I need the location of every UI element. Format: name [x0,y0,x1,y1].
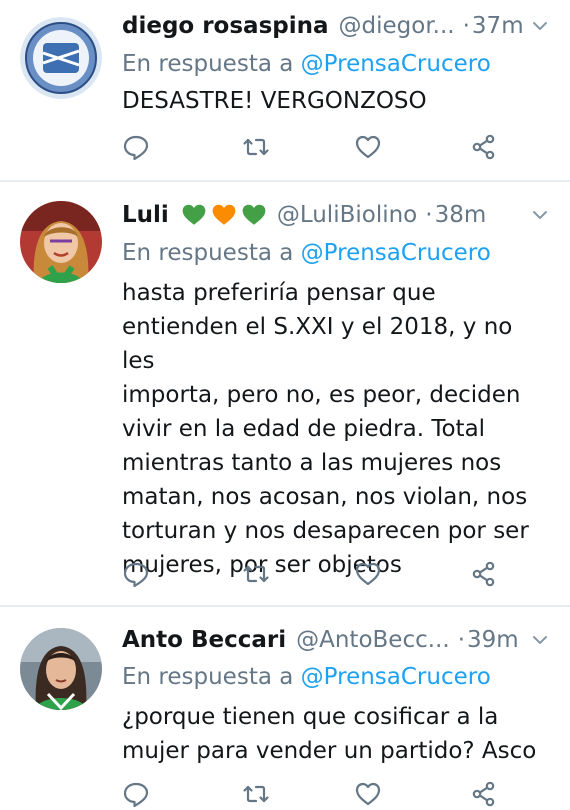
author-name[interactable]: Luli [122,202,169,228]
separator-dot: · [462,13,470,39]
text-line: matan, nos acosan, nos violan, nos [122,484,528,510]
avatar[interactable] [20,17,102,99]
tweet-1[interactable]: diego rosaspina @diegor... · 37m En resp… [0,0,570,180]
timestamp[interactable]: 37m [472,13,524,39]
timestamp[interactable]: 39m [467,627,519,653]
reply-icon[interactable] [122,560,150,588]
text-line: mientras tanto a las mujeres nos [122,450,502,476]
tweet-header: Anto Beccari @AntoBecc... · 39m [122,620,519,660]
reply-context: En respuesta a @PrensaCrucero [122,240,491,266]
text-line: entienden el S.XXI y el 2018, y no les [122,314,513,374]
reply-icon[interactable] [122,133,150,161]
tweet-header: diego rosaspina @diegor... · 37m [122,6,524,46]
timestamp[interactable]: 38m [435,202,487,228]
reply-mention-link[interactable]: @PrensaCrucero [301,51,491,77]
share-icon[interactable] [470,133,498,161]
action-bar [0,133,570,163]
avatar[interactable] [20,628,102,710]
avatar[interactable] [20,201,102,283]
tweet-3[interactable]: Anto Beccari @AntoBecc... · 39m En respu… [0,607,570,810]
retweet-icon[interactable] [242,560,270,588]
green-heart-icon [181,202,207,228]
reply-icon[interactable] [122,780,150,808]
like-icon[interactable] [354,780,382,808]
reply-prefix: En respuesta a [122,240,294,266]
author-handle[interactable]: @LuliBiolino [277,202,417,228]
chevron-down-icon[interactable] [530,630,550,650]
tweet-text: ¿porque tienen que cosificar a la mujer … [122,700,552,768]
separator-dot: · [425,202,433,228]
reply-mention-link[interactable]: @PrensaCrucero [301,664,491,690]
text-line: importa, pero no, es peor, deciden [122,382,521,408]
separator-dot: · [457,627,465,653]
author-name[interactable]: diego rosaspina [122,13,329,39]
action-bar [0,780,570,810]
text-line: vivir en la edad de piedra. Total [122,416,486,442]
reply-prefix: En respuesta a [122,664,294,690]
green-heart-icon [241,202,267,228]
reply-context: En respuesta a @PrensaCrucero [122,51,491,77]
tweet-text: DESASTRE! VERGONZOSO [122,88,427,114]
reply-context: En respuesta a @PrensaCrucero [122,664,491,690]
text-line: hasta preferiría pensar que [122,280,436,306]
author-handle[interactable]: @AntoBecc... [296,627,450,653]
like-icon[interactable] [354,133,382,161]
share-icon[interactable] [470,560,498,588]
name-emojis [181,202,267,228]
orange-heart-icon [211,202,237,228]
share-icon[interactable] [470,780,498,808]
tweet-header: Luli @LuliBiolino · 38m [122,195,486,235]
text-line: torturan y nos desaparecen por ser [122,518,529,544]
text-line: mujer para vender un partido? Asco [122,738,537,764]
author-handle[interactable]: @diegor... [339,13,455,39]
retweet-icon[interactable] [242,133,270,161]
chevron-down-icon[interactable] [530,205,550,225]
action-bar [0,560,570,590]
retweet-icon[interactable] [242,780,270,808]
tweet-2[interactable]: Luli @LuliBiolino · 38m En respuesta a @… [0,182,570,605]
author-name[interactable]: Anto Beccari [122,627,286,653]
chevron-down-icon[interactable] [530,16,550,36]
reply-mention-link[interactable]: @PrensaCrucero [301,240,491,266]
reply-prefix: En respuesta a [122,51,294,77]
like-icon[interactable] [354,560,382,588]
text-line: ¿porque tienen que cosificar a la [122,704,499,730]
tweet-text: hasta preferiría pensar que entienden el… [122,276,552,582]
